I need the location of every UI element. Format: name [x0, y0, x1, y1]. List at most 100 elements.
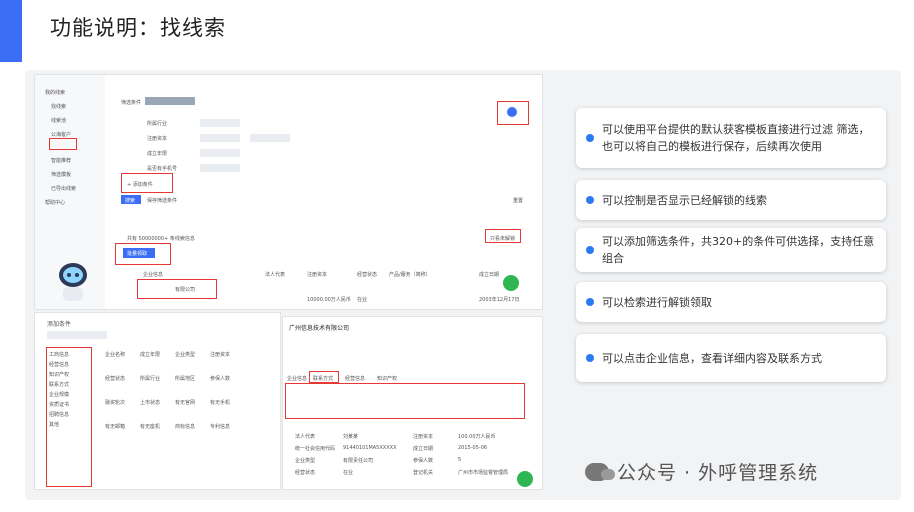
detail-value: 5	[458, 457, 462, 463]
condition-option[interactable]: 参保人数	[210, 375, 230, 382]
sidebar-item[interactable]: 公海客户	[51, 131, 71, 138]
phone-icon[interactable]	[503, 275, 519, 291]
table-header: 经营状态	[357, 272, 378, 278]
highlight-batch-unlock	[115, 243, 171, 265]
detail-field: 成立日期	[413, 446, 434, 452]
table-header: 注册资本	[307, 272, 328, 278]
filter-select[interactable]	[200, 149, 240, 157]
highlight-detail-area	[285, 383, 525, 419]
detail-field: 企业类型	[295, 458, 316, 464]
condition-option[interactable]: 成立年限	[140, 351, 160, 358]
condition-option[interactable]: 注册资本	[210, 351, 230, 358]
feature-text: 可以点击企业信息，查看详细内容及联系方式	[602, 351, 822, 365]
tab-contact[interactable]: 联系方式	[313, 375, 333, 382]
filter-item: 注册资本	[147, 136, 168, 142]
sidebar-item[interactable]: 已导出线索	[51, 185, 76, 192]
company-detail-screenshot: 广州信息技术有限公司 企业信息 联系方式 经营信息 知识产权 法人代表 刘某某 …	[282, 316, 543, 490]
category-item[interactable]: 企业规模	[49, 391, 69, 398]
sidebar-item[interactable]: 智能推荐	[51, 157, 71, 164]
wechat-icon	[585, 462, 615, 481]
detail-value: 91440101MA5XXXXX	[343, 445, 397, 451]
sidebar-item[interactable]: 我的线索	[45, 89, 65, 96]
filter-select[interactable]	[200, 134, 240, 142]
detail-field: 参保人数	[413, 458, 434, 464]
reset-button[interactable]: 重置	[513, 197, 523, 204]
sidebar-item[interactable]: 线索池	[51, 117, 66, 124]
phone-icon[interactable]	[517, 471, 533, 487]
detail-value: 广州市市场监督管理局	[458, 470, 509, 476]
feature-text: 可以控制是否显示已经解锁的线索	[602, 193, 767, 207]
detail-field: 统一社会信用代码	[295, 446, 336, 452]
highlight-unlocked	[485, 229, 521, 243]
status-value: 在业	[357, 297, 368, 303]
table-header: 法人代表	[265, 272, 286, 278]
category-item[interactable]: 招聘信息	[49, 411, 69, 418]
filter-item: 成立年限	[147, 151, 168, 157]
condition-option[interactable]: 专利信息	[210, 423, 230, 430]
sidebar-item[interactable]: 筛选模板	[51, 171, 71, 178]
condition-option[interactable]: 有无邮箱	[105, 423, 125, 430]
page-title: 功能说明：找线索	[50, 16, 226, 40]
watermark: 公众号 · 外呼管理系统	[585, 458, 818, 485]
feature-text: 可以检索进行解锁领取	[602, 295, 712, 309]
condition-search-input[interactable]	[47, 331, 107, 339]
feature-card: 可以使用平台提供的默认获客模板直接进行过滤 筛选，也可以将自己的模板进行保存，后…	[576, 108, 886, 168]
category-item[interactable]: 资质证书	[49, 401, 69, 408]
table-header: 企业信息	[143, 272, 164, 278]
filter-item: 所属行业	[147, 121, 168, 127]
filter-select[interactable]	[200, 119, 240, 127]
condition-option[interactable]: 融资轮次	[105, 399, 125, 406]
highlight-add-condition	[121, 173, 173, 193]
company-title: 广州信息技术有限公司	[289, 325, 350, 332]
tab-company-info[interactable]: 企业信息	[287, 375, 307, 382]
highlight-find-leads	[49, 138, 77, 150]
condition-option[interactable]: 有无官网	[175, 399, 195, 406]
category-item[interactable]: 知识产权	[49, 371, 69, 378]
bullet-dot-icon	[586, 134, 594, 142]
condition-option[interactable]: 有无手机	[210, 399, 230, 406]
detail-field: 注册资本	[413, 434, 434, 440]
detail-value: 100.00万人民币	[458, 434, 496, 440]
category-item[interactable]: 经营信息	[49, 361, 69, 368]
tab-ip[interactable]: 知识产权	[377, 375, 397, 382]
feature-card: 可以控制是否显示已经解锁的线索	[576, 180, 886, 220]
tab-business[interactable]: 经营信息	[345, 375, 365, 382]
search-button-label: 搜索	[125, 198, 136, 204]
category-item[interactable]: 其他	[49, 421, 59, 428]
condition-option[interactable]: 有无座机	[140, 423, 160, 430]
condition-option[interactable]: 企业名称	[105, 351, 125, 358]
result-note: 共有 50000000+ 条线索信息	[127, 236, 195, 242]
save-template-button[interactable]: 保存筛选条件	[147, 197, 177, 204]
bullet-dot-icon	[586, 196, 594, 204]
category-item[interactable]: 工商信息	[49, 351, 69, 358]
condition-option[interactable]: 商标信息	[175, 423, 195, 430]
detail-field: 登记机关	[413, 470, 434, 476]
condition-option[interactable]: 上市状态	[140, 399, 160, 406]
filter-select[interactable]	[200, 164, 240, 172]
bullet-dot-icon	[586, 298, 594, 306]
template-select[interactable]	[145, 97, 195, 105]
feature-text: 可以使用平台提供的默认获客模板直接进行过滤 筛选，也可以将自己的模板进行保存，后…	[602, 123, 870, 153]
template-icon[interactable]	[507, 107, 517, 117]
sidebar-item[interactable]: 帮助中心	[45, 199, 65, 206]
condition-option[interactable]: 所属行业	[140, 375, 160, 382]
filter-select[interactable]	[250, 134, 290, 142]
condition-option[interactable]: 经营状态	[105, 375, 125, 382]
category-item[interactable]: 联系方式	[49, 381, 69, 388]
lead-search-screenshot: 我的线索 找线索 线索池 公海客户 智能推荐 筛选模板 已导出线索 帮助中心 筛…	[34, 74, 543, 310]
title-accent-bar	[0, 0, 22, 62]
modal-title: 添加条件	[47, 321, 72, 328]
capital-value: 10000.00万人民币	[307, 297, 351, 303]
sidebar-item[interactable]: 找线索	[51, 103, 66, 110]
feature-text: 可以添加筛选条件，共320+的条件可供选择，支持任意组合	[602, 235, 875, 265]
detail-value: 2015-05-06	[458, 445, 488, 451]
bullet-dot-icon	[586, 354, 594, 362]
detail-value: 在业	[343, 470, 354, 476]
feature-card: 可以检索进行解锁领取	[576, 282, 886, 322]
detail-value: 刘某某	[343, 434, 359, 440]
feature-card: 可以点击企业信息，查看详细内容及联系方式	[576, 334, 886, 382]
feature-card: 可以添加筛选条件，共320+的条件可供选择，支持任意组合	[576, 228, 886, 272]
condition-option[interactable]: 所属地区	[175, 375, 195, 382]
add-condition-screenshot: 添加条件 工商信息 经营信息 知识产权 联系方式 企业规模 资质证书 招聘信息 …	[34, 312, 281, 490]
condition-option[interactable]: 企业类型	[175, 351, 195, 358]
